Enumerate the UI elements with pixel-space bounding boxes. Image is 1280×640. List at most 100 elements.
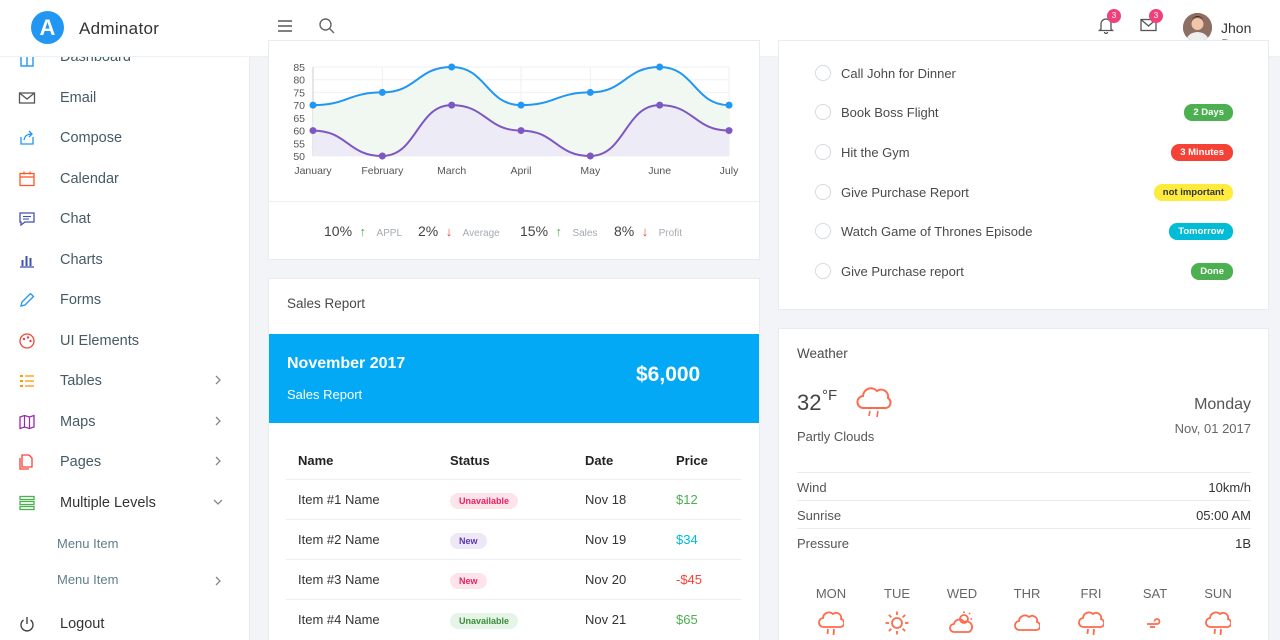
todo-text[interactable]: Call John for Dinner bbox=[841, 66, 956, 81]
sidebar-item-tables[interactable]: Tables bbox=[0, 362, 250, 402]
column-header-date[interactable]: Date bbox=[585, 453, 613, 468]
sidebar-item-label: Calendar bbox=[60, 171, 119, 187]
cloud-icon bbox=[1014, 614, 1040, 631]
avatar[interactable] bbox=[1183, 13, 1212, 42]
item-name: Item #2 Name bbox=[298, 532, 380, 547]
stat-average: 2% ↓ Average bbox=[418, 223, 500, 241]
divider bbox=[286, 519, 741, 520]
banner-total: $6,000 bbox=[636, 363, 701, 386]
x-tick-label: March bbox=[437, 165, 466, 177]
item-name: Item #3 Name bbox=[298, 572, 380, 587]
forecast-day-label: FRI bbox=[1080, 586, 1102, 601]
brand-name: Adminator bbox=[79, 19, 160, 38]
sidebar-item-logout[interactable]: Logout bbox=[0, 605, 250, 640]
divider bbox=[797, 528, 1251, 529]
divider bbox=[269, 201, 759, 202]
todo-checkbox[interactable] bbox=[815, 104, 831, 120]
todo-tag: 2 Days bbox=[1184, 104, 1233, 121]
y-tick-label: 80 bbox=[293, 75, 305, 87]
sidebar-item-ui-elements[interactable]: UI Elements bbox=[0, 322, 250, 362]
todo-text[interactable]: Watch Game of Thrones Episode bbox=[841, 224, 1032, 239]
column-header-status[interactable]: Status bbox=[450, 453, 490, 468]
rain-icon bbox=[1078, 611, 1104, 636]
pressure-label: Pressure bbox=[797, 536, 850, 551]
item-name: Item #4 Name bbox=[298, 612, 380, 627]
sidebar-item-maps[interactable]: Maps bbox=[0, 403, 250, 443]
todo-checkbox[interactable] bbox=[815, 223, 831, 239]
data-point bbox=[725, 101, 733, 109]
sales-banner: November 2017 Sales Report $6,000 bbox=[269, 334, 759, 423]
chevron-right-icon bbox=[215, 456, 221, 466]
logo: A bbox=[31, 11, 64, 44]
forecast-day-label: SUN bbox=[1204, 586, 1232, 601]
sidebar-item-chat[interactable]: Chat bbox=[0, 200, 250, 240]
data-point bbox=[448, 63, 456, 71]
share-icon bbox=[20, 130, 34, 145]
column-header-price[interactable]: Price bbox=[676, 453, 708, 468]
chevron-right-icon bbox=[215, 576, 221, 586]
stat-label: APPL bbox=[376, 228, 403, 239]
chevron-down-icon bbox=[213, 499, 223, 505]
sales-report-title: Sales Report bbox=[287, 296, 366, 311]
todo-tag: Tomorrow bbox=[1169, 223, 1233, 240]
divider bbox=[286, 479, 741, 480]
todo-checkbox[interactable] bbox=[815, 263, 831, 279]
sidebar-item-label: Email bbox=[60, 90, 97, 106]
sidebar-item-label: Charts bbox=[60, 252, 103, 268]
sidebar-item-pages[interactable]: Pages bbox=[0, 443, 250, 483]
sidebar-item-email[interactable]: Email bbox=[0, 79, 250, 119]
wind-value: 10km/h bbox=[1208, 480, 1251, 495]
chat-icon bbox=[19, 212, 35, 227]
sunrise-value: 05:00 AM bbox=[1196, 508, 1251, 523]
sidebar-item-compose[interactable]: Compose bbox=[0, 119, 250, 159]
arrow-up-icon: ↑ bbox=[555, 224, 562, 239]
layers-icon bbox=[19, 495, 35, 511]
data-point bbox=[448, 101, 456, 109]
weather-date: Nov, 01 2017 bbox=[1174, 421, 1251, 436]
sunrise-label: Sunrise bbox=[797, 508, 842, 523]
wind-icon bbox=[1147, 618, 1161, 628]
item-price: $65 bbox=[676, 612, 698, 627]
todo-text[interactable]: Hit the Gym bbox=[841, 145, 910, 160]
partly-cloudy-icon bbox=[949, 611, 973, 633]
todo-text[interactable]: Book Boss Flight bbox=[841, 105, 939, 120]
sidebar-item-multiple-levels[interactable]: Multiple Levels bbox=[0, 484, 250, 524]
divider bbox=[286, 559, 741, 560]
y-tick-label: 50 bbox=[293, 151, 305, 163]
sidebar-subitem-menu-item[interactable]: Menu Item bbox=[57, 572, 118, 587]
todo-text[interactable]: Give Purchase Report bbox=[841, 185, 969, 200]
stat-value: 8% bbox=[614, 223, 635, 239]
item-price: $12 bbox=[676, 492, 698, 507]
sidebar-item-charts[interactable]: Charts bbox=[0, 241, 250, 281]
item-date: Nov 20 bbox=[585, 572, 627, 587]
weather-condition: Partly Clouds bbox=[797, 429, 875, 444]
status-badge: New bbox=[450, 533, 487, 549]
sidebar-subitem-menu-item[interactable]: Menu Item bbox=[57, 536, 118, 551]
mail-icon bbox=[18, 92, 36, 104]
stat-sales: 15% ↑ Sales bbox=[520, 223, 597, 241]
todo-text[interactable]: Give Purchase report bbox=[841, 264, 964, 279]
search-icon[interactable] bbox=[318, 17, 336, 35]
x-tick-label: January bbox=[294, 165, 332, 177]
todo-checkbox[interactable] bbox=[815, 65, 831, 81]
todo-tag: Done bbox=[1191, 263, 1233, 280]
arrow-down-icon: ↓ bbox=[445, 224, 453, 239]
weather-title: Weather bbox=[797, 346, 848, 361]
brand[interactable]: A Adminator bbox=[0, 0, 250, 57]
item-date: Nov 19 bbox=[585, 532, 627, 547]
stat-label: Profit bbox=[658, 228, 682, 239]
sidebar-item-forms[interactable]: Forms bbox=[0, 281, 250, 321]
sidebar-item-calendar[interactable]: Calendar bbox=[0, 160, 250, 200]
sidebar-item-label: UI Elements bbox=[60, 333, 139, 349]
data-point bbox=[656, 101, 664, 109]
data-point bbox=[725, 127, 733, 135]
todo-checkbox[interactable] bbox=[815, 184, 831, 200]
stat-value: 2% bbox=[418, 223, 439, 239]
todo-checkbox[interactable] bbox=[815, 144, 831, 160]
forecast-day-label: SAT bbox=[1142, 586, 1168, 601]
item-name: Item #1 Name bbox=[298, 492, 380, 507]
column-header-name[interactable]: Name bbox=[298, 453, 333, 468]
item-price: -$45 bbox=[676, 572, 703, 587]
hamburger-menu-icon[interactable] bbox=[277, 19, 293, 33]
sidebar-item-label: Chat bbox=[60, 211, 91, 227]
